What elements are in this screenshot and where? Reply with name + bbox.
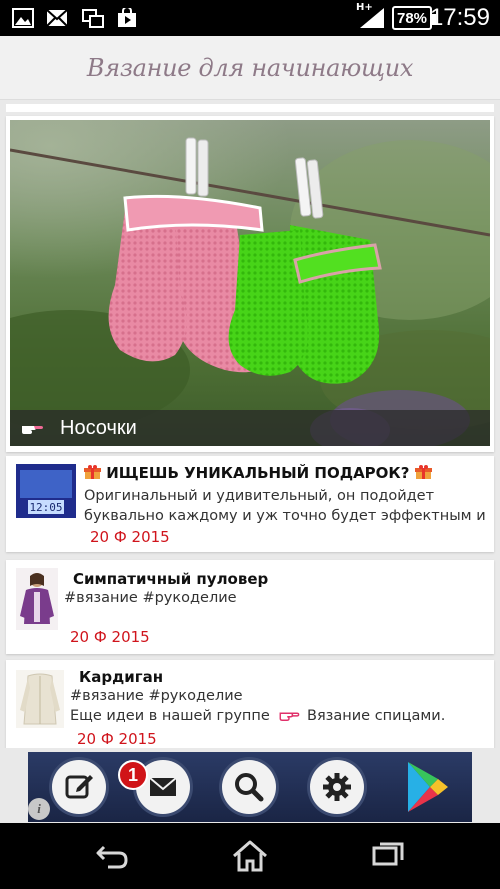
status-bar: H+ 78% 17:59 — [0, 0, 500, 36]
featured-post-card[interactable]: Носочки — [6, 116, 494, 452]
item-extra: Еще идеи в нашей группе Вязание спицами. — [70, 706, 490, 726]
home-icon[interactable] — [230, 838, 270, 874]
group-link[interactable]: Вязание спицами. — [307, 708, 445, 724]
item-tags: #вязание #рукоделие — [64, 590, 237, 606]
gallery-notification-icon — [12, 8, 34, 28]
app-header: Вязание для начинающих — [0, 36, 500, 100]
ad-edit-button[interactable] — [52, 760, 106, 814]
recent-apps-icon[interactable] — [368, 838, 408, 874]
gift-icon — [414, 465, 432, 479]
item-thumbnail: 12:05 — [16, 464, 76, 518]
back-icon[interactable] — [92, 838, 132, 874]
ad-search-button[interactable] — [222, 760, 276, 814]
item-date: 20 Ф 2015 — [90, 528, 170, 546]
thumb-clock-text: 12:05 — [29, 501, 62, 514]
edit-icon — [65, 775, 93, 799]
item-title-text: ИЩЕШЬ УНИКАЛЬНЫЙ ПОДАРОК? — [106, 464, 410, 482]
item-thumbnail — [16, 568, 58, 630]
app-title: Вязание для начинающих — [86, 53, 414, 82]
navigation-bar — [0, 823, 500, 889]
pointing-hand-icon — [279, 712, 300, 721]
notification-badge: 1 — [118, 760, 148, 790]
item-date: 20 Ф 2015 — [70, 628, 150, 646]
item-extra-text: Еще идеи в нашей группе — [70, 708, 270, 724]
item-title: Симпатичный пуловер — [73, 570, 269, 588]
feed-list[interactable]: Носочки 12:05 ИЩЕШЬ УНИКАЛЬНЫЙ ПОДАРОК? — [0, 104, 500, 748]
gear-icon — [323, 773, 351, 801]
featured-post-title: Носочки — [60, 416, 137, 439]
knitted-socks-photo — [10, 120, 490, 446]
item-title: ИЩЕШЬ УНИКАЛЬНЫЙ ПОДАРОК? — [84, 464, 432, 482]
signal-icon — [360, 8, 384, 28]
store-notification-icon — [118, 8, 136, 27]
search-icon — [235, 773, 264, 802]
feed-item[interactable]: Симпатичный пуловер #вязание #рукоделие … — [6, 560, 494, 654]
battery-indicator: 78% — [392, 6, 436, 30]
feed-item[interactable]: Кардиган #вязание #рукоделие Еще идеи в … — [6, 660, 494, 748]
pointing-hand-icon — [22, 426, 43, 434]
play-store-icon[interactable] — [402, 760, 452, 814]
item-description-line-1: Оригинальный и удивительный, он подойдет — [84, 488, 435, 504]
screens-notification-icon — [82, 9, 104, 28]
featured-post-caption: Носочки — [10, 410, 490, 446]
featured-post-image[interactable]: Носочки — [10, 120, 490, 446]
clock: 17:59 — [429, 4, 490, 31]
item-date: 20 Ф 2015 — [77, 730, 157, 748]
ad-info-button[interactable]: i — [28, 798, 50, 820]
item-thumbnail — [16, 670, 64, 728]
mail-notification-icon — [46, 9, 68, 27]
ad-settings-button[interactable] — [310, 760, 364, 814]
item-description-line-2: буквально каждому и уж точно будет эффек… — [84, 508, 486, 524]
gift-icon — [84, 465, 101, 479]
feed-item[interactable]: 12:05 ИЩЕШЬ УНИКАЛЬНЫЙ ПОДАРОК? Оригинал… — [6, 456, 494, 552]
item-tags: #вязание #рукоделие — [70, 688, 243, 704]
feed-card-partial — [6, 104, 494, 112]
item-title: Кардиган — [79, 668, 164, 686]
